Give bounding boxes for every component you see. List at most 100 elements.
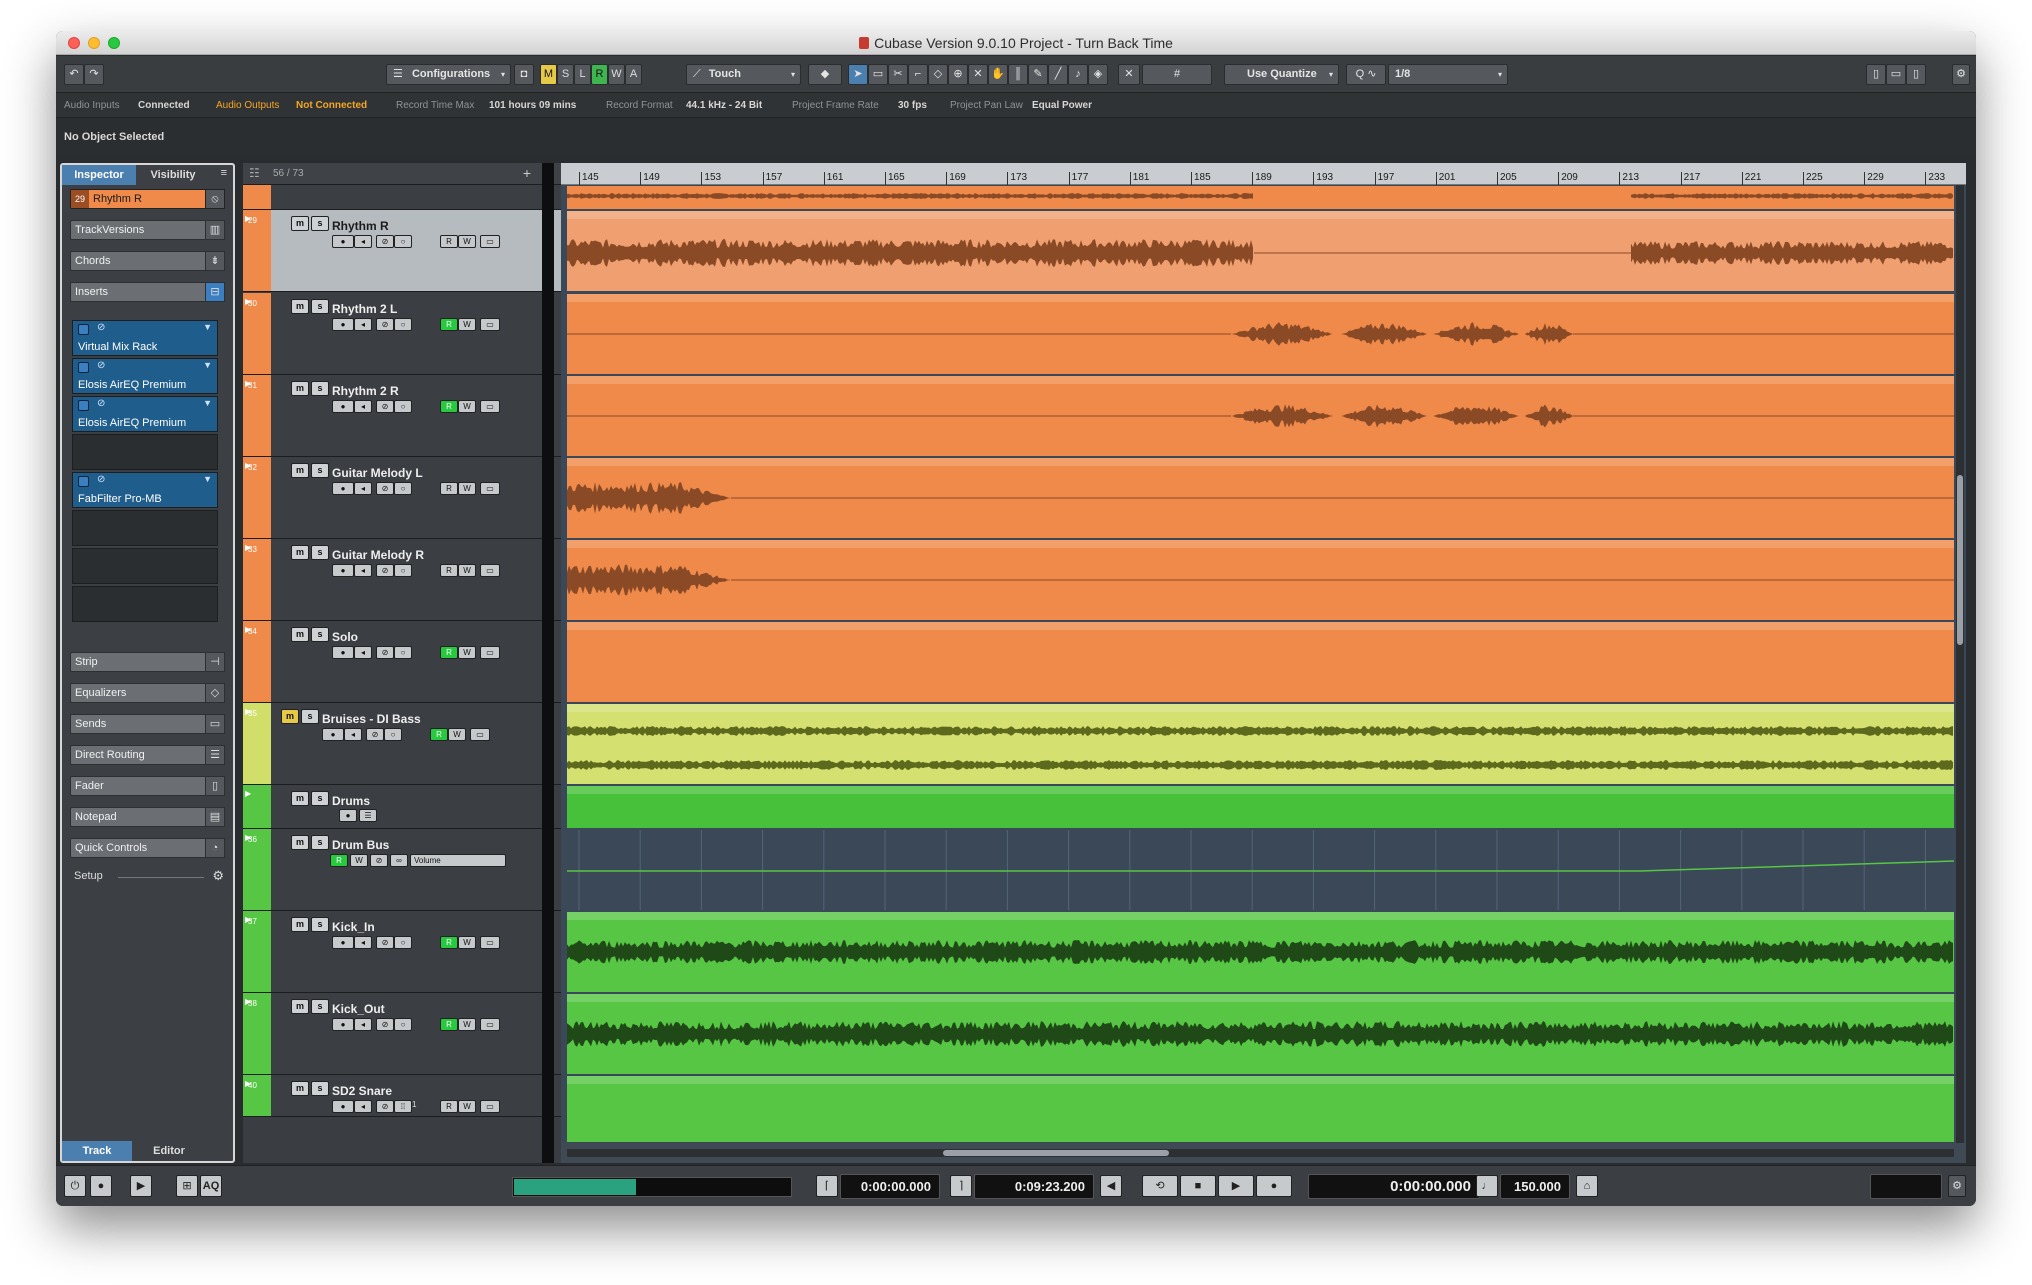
section-icon[interactable]: ▥ xyxy=(205,220,225,240)
monitor-button[interactable]: ◂ xyxy=(354,1018,372,1031)
section-icon[interactable]: ◔ xyxy=(205,838,225,858)
freeze-button[interactable]: ○ xyxy=(394,646,412,659)
mute-button[interactable]: m xyxy=(281,709,299,724)
lane-drum-bus-automation[interactable] xyxy=(567,830,1954,910)
solo-button[interactable]: s xyxy=(311,381,329,396)
mute-button[interactable]: m xyxy=(291,545,309,560)
click-button[interactable]: ⌂ xyxy=(1576,1175,1598,1197)
monitor-button[interactable]: ◂ xyxy=(354,1100,372,1113)
insert-slot-2[interactable]: ⊘ ▼ Elosis AirEQ Premium xyxy=(72,358,218,394)
tab-inspector[interactable]: Inspector xyxy=(62,165,136,185)
activate-project-button[interactable]: ⏻ xyxy=(64,1175,86,1197)
section-icon[interactable]: ☰ xyxy=(205,745,225,765)
close-window-button[interactable] xyxy=(68,37,80,49)
write-automation-button[interactable]: W xyxy=(458,400,476,413)
monitor-button[interactable]: ◂ xyxy=(354,564,372,577)
freeze-button[interactable]: ⁞⁞ xyxy=(394,1100,412,1113)
grid-icon-button[interactable]: # xyxy=(1142,64,1212,85)
track-expand-icon[interactable]: ▶ xyxy=(245,707,251,716)
lanes-button[interactable]: ▭ xyxy=(480,482,500,495)
layout-lower-zone-icon[interactable]: ▭ xyxy=(1886,64,1906,85)
monitor-button[interactable]: ◂ xyxy=(354,646,372,659)
section-quick-controls[interactable]: Quick Controls ◔ xyxy=(70,838,225,858)
nudge-icon-button[interactable]: ◆ xyxy=(808,64,842,85)
track-rhythm-2-r[interactable]: 31 ▶ m s Rhythm 2 R ● ◂ ⊘ ○ R W ▭ xyxy=(243,375,563,457)
solo-button[interactable]: s xyxy=(301,709,319,724)
section-icon[interactable]: ▤ xyxy=(205,807,225,827)
read-automation-button[interactable]: R xyxy=(440,235,458,248)
track-rhythm-2-l[interactable]: 30 ▶ m s Rhythm 2 L ● ◂ ⊘ ○ R W ▭ xyxy=(243,293,563,375)
edit-button[interactable]: ⊘ xyxy=(376,318,394,331)
section-icon[interactable]: ▭ xyxy=(205,714,225,734)
play-button[interactable]: ▶ xyxy=(1218,1175,1254,1197)
mute-button[interactable]: m xyxy=(291,1081,309,1096)
freeze-button[interactable]: ○ xyxy=(394,482,412,495)
record-enable-button[interactable]: ● xyxy=(332,400,354,413)
use-quantize-dropdown[interactable]: Use Quantize ▾ xyxy=(1224,64,1339,85)
monitor-button[interactable]: ◂ xyxy=(354,235,372,248)
solo-button[interactable]: s xyxy=(311,835,329,850)
rewind-button[interactable]: ◀ xyxy=(1100,1175,1122,1197)
toolbar-settings-icon[interactable]: ⚙ xyxy=(1952,64,1970,85)
read-automation-button[interactable]: R xyxy=(440,1100,458,1113)
solo-button[interactable]: s xyxy=(311,791,329,806)
cycle-button[interactable]: ⟲ xyxy=(1142,1175,1178,1197)
read-automation-button[interactable]: R xyxy=(440,400,458,413)
horizontal-scroll-thumb[interactable] xyxy=(943,1150,1169,1156)
lanes-button[interactable]: ▭ xyxy=(470,728,490,741)
track-bruises-di-bass[interactable]: 35 ▶ m s Bruises - DI Bass ● ◂ ⊘ ○ R W ▭ xyxy=(243,703,563,785)
solo-button[interactable]: s xyxy=(311,999,329,1014)
section-trackversions[interactable]: TrackVersions ▥ xyxy=(70,220,225,240)
configurations-dropdown[interactable]: ☰ Configurations ▾ xyxy=(386,64,511,85)
mode-button-r[interactable]: R xyxy=(591,64,608,85)
insert-slot-3[interactable]: ⊘ ▼ Elosis AirEQ Premium xyxy=(72,396,218,432)
record-button[interactable]: ● xyxy=(1256,1175,1292,1197)
monitor-button[interactable]: ◂ xyxy=(354,936,372,949)
mute-button[interactable]: m xyxy=(291,216,309,231)
monitor-button[interactable]: ◂ xyxy=(354,318,372,331)
read-automation-button[interactable]: R xyxy=(440,1018,458,1031)
write-automation-button[interactable]: W xyxy=(458,235,476,248)
track-expand-icon[interactable]: ▶ xyxy=(245,789,251,798)
glue-tool[interactable]: ⌐ xyxy=(908,64,928,85)
punch-button[interactable]: ▶ xyxy=(130,1175,152,1197)
layout-left-zone-icon[interactable]: ▯ xyxy=(1866,64,1886,85)
vertical-scrollbar[interactable] xyxy=(1956,185,1964,1143)
quantize-icon-button[interactable]: Q ∿ xyxy=(1346,64,1386,85)
tab-track[interactable]: Track xyxy=(62,1141,132,1161)
read-automation-button[interactable]: R xyxy=(440,482,458,495)
track-expand-icon[interactable]: ▶ xyxy=(245,833,251,842)
freeze-button[interactable]: ○ xyxy=(394,564,412,577)
edit-channel-icon[interactable]: ⦸ xyxy=(205,189,225,209)
add-track-icon[interactable]: + xyxy=(523,165,531,181)
freeze-button[interactable]: ○ xyxy=(384,728,402,741)
track-drums[interactable]: ▶ m s Drums ● ☰ xyxy=(243,785,563,829)
color-tool[interactable]: ◈ xyxy=(1088,64,1108,85)
lanes-button[interactable]: ▭ xyxy=(480,318,500,331)
track-list-divider[interactable] xyxy=(542,163,554,1163)
monitor-button[interactable]: ◂ xyxy=(344,728,362,741)
lanes-button[interactable]: ▭ xyxy=(480,936,500,949)
chevron-down-icon[interactable]: ▼ xyxy=(203,474,212,484)
mute-tool[interactable]: ✕ xyxy=(968,64,988,85)
solo-button[interactable]: s xyxy=(311,917,329,932)
section-direct-routing[interactable]: Direct Routing ☰ xyxy=(70,745,225,765)
setup-row[interactable]: Setup ⚙ xyxy=(74,868,224,885)
draw-tool[interactable]: ✎ xyxy=(1028,64,1048,85)
section-strip[interactable]: Strip ⊣ xyxy=(70,652,225,672)
record-mode-button[interactable]: ● xyxy=(90,1175,112,1197)
section-icon[interactable]: ◇ xyxy=(205,683,225,703)
section-icon[interactable]: ⇟ xyxy=(205,251,225,271)
track-expand-icon[interactable]: ▶ xyxy=(245,379,251,388)
edit-icon[interactable]: ⊘ xyxy=(97,360,105,371)
mode-button-s[interactable]: S xyxy=(557,64,574,85)
automation-param-select[interactable]: Volume xyxy=(410,854,506,867)
write-automation-button[interactable]: W xyxy=(458,318,476,331)
insert-slot-8[interactable] xyxy=(72,586,218,622)
record-enable-button[interactable]: ● xyxy=(322,728,344,741)
track-kick-out[interactable]: 38 ▶ m s Kick_Out ● ◂ ⊘ ○ R W ▭ xyxy=(243,993,563,1075)
read-automation-button[interactable]: R xyxy=(440,318,458,331)
record-enable-button[interactable]: ● xyxy=(332,318,354,331)
minimize-window-button[interactable] xyxy=(88,37,100,49)
left-locator-button[interactable]: ⌈ xyxy=(816,1175,838,1197)
